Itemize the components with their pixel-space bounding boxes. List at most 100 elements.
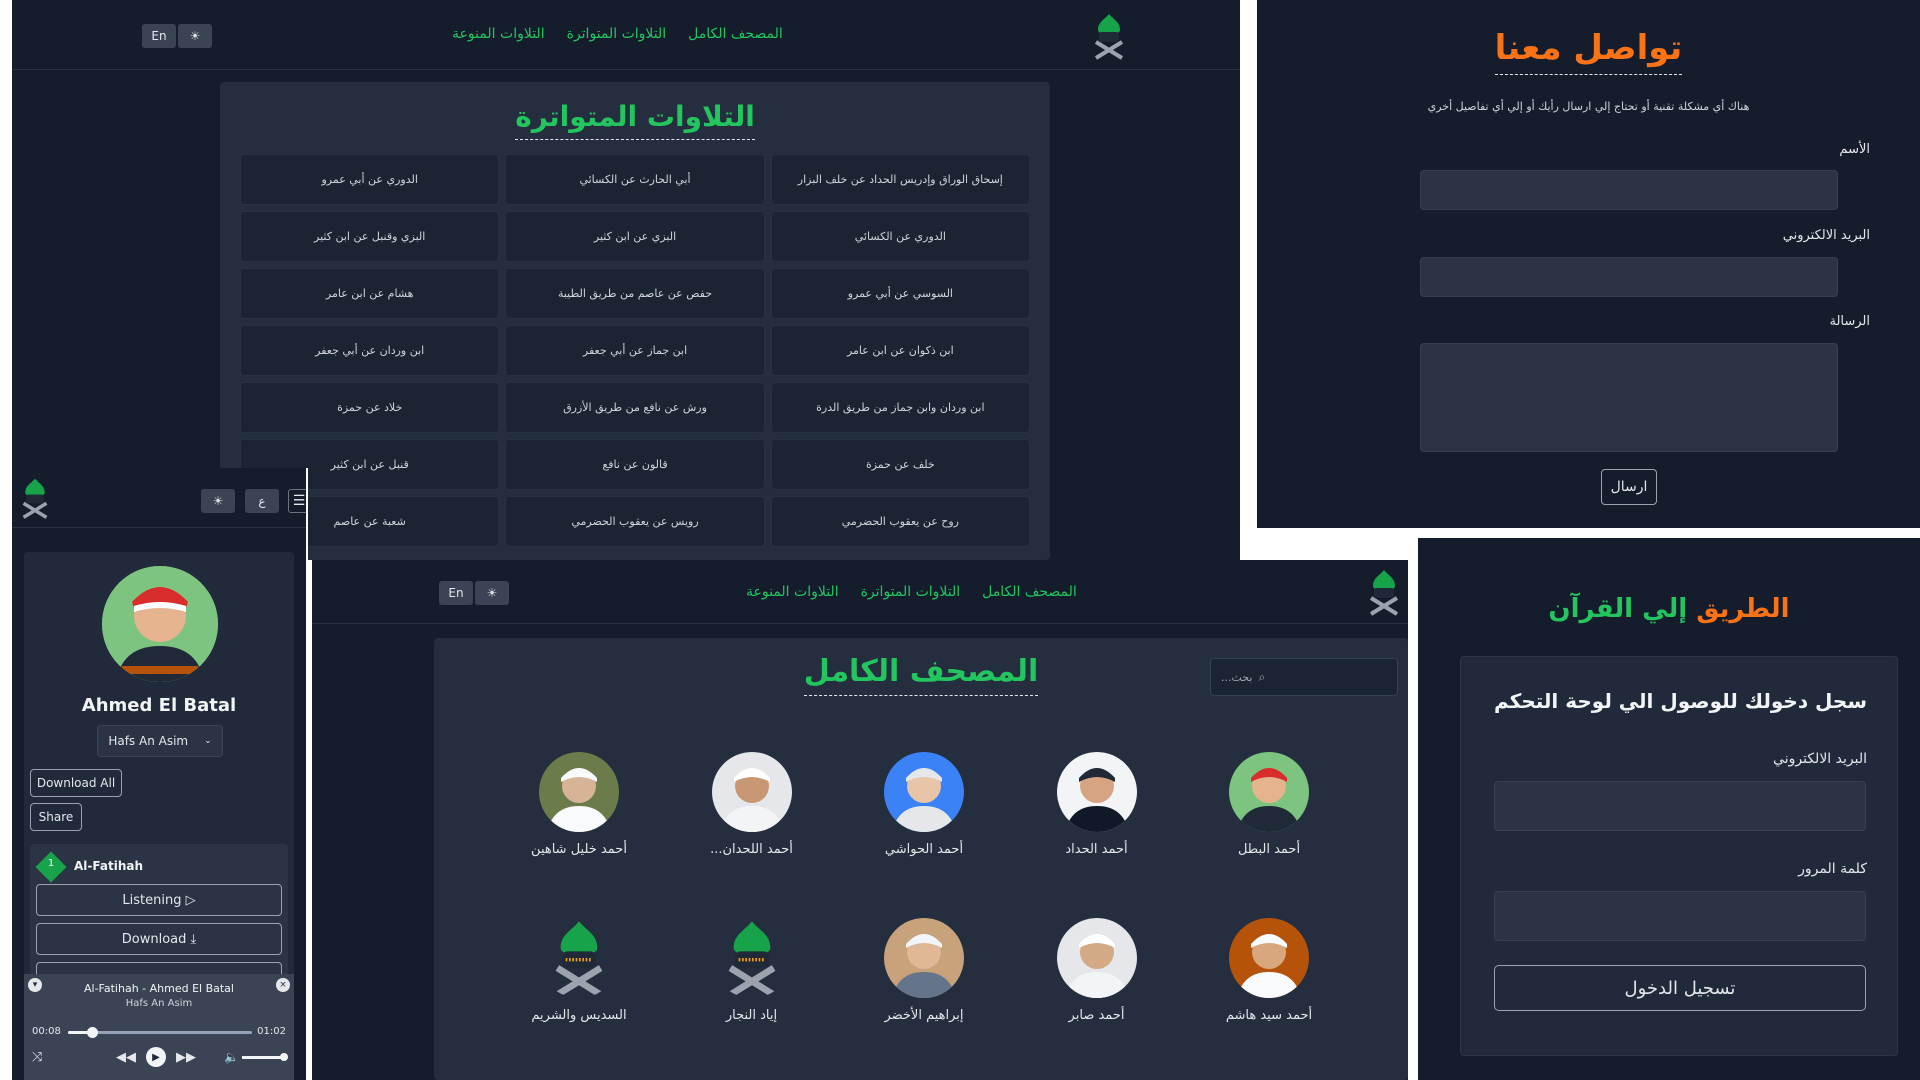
recitation-item[interactable]: ورش عن نافع من طريق الأزرق [505, 382, 765, 433]
recitation-item[interactable]: ابن جماز عن أبي جعفر [505, 325, 765, 376]
reciters-row-1: أحمد البطل أحمد الحداد أحمد الحواشي أحمد ال… [514, 752, 1334, 857]
search-input[interactable]: بحث... [1221, 671, 1252, 684]
riwaya-select[interactable]: Hafs An Asim ⌄ [97, 725, 223, 757]
lang-button[interactable]: En [142, 24, 176, 48]
reciter-avatar[interactable] [539, 752, 619, 832]
reciter-item[interactable]: إبراهيم الأخضر [859, 918, 989, 1023]
contact-title: تواصل معنا [1257, 28, 1920, 75]
reciter-item[interactable]: أحمد صابر [1032, 918, 1162, 1023]
recitation-item[interactable]: البزي عن ابن كثير [505, 211, 765, 262]
recitation-item[interactable]: السوسي عن أبي عمرو [770, 268, 1030, 319]
theme-toggle-button[interactable]: ☀ [178, 24, 212, 48]
share-button[interactable]: Share [30, 803, 82, 831]
download-all-button[interactable]: Download All [30, 769, 122, 797]
recitation-item[interactable]: ابن وردان وابن جماز من طريق الدرة [770, 382, 1030, 433]
recitation-item[interactable]: حفص عن عاصم من طريق الطيبة [505, 268, 765, 319]
nav-link-mushaf[interactable]: المصحف الكامل [688, 26, 783, 42]
theme-toggle-button[interactable]: ☀ [475, 581, 509, 605]
logo-icon [22, 478, 48, 519]
email-input[interactable] [1420, 257, 1838, 297]
mutawatir-title: التلاوات المتواترة [220, 100, 1050, 140]
login-card: سجل دخولك للوصول الي لوحة التحكم البريد … [1460, 656, 1898, 1056]
divider [1257, 528, 1920, 538]
top-header: En ☀ التلاوات المنوعة التلاوات المتواترة… [12, 0, 1240, 70]
reciter-name: إياد النجار [725, 1008, 778, 1023]
reciter-name: أحمد صابر [1068, 1008, 1125, 1023]
recitation-item[interactable]: البزي وقنبل عن ابن كثير [240, 211, 500, 262]
reciter-item[interactable]: أحمد الحواشي [859, 752, 989, 857]
nav-link-various[interactable]: التلاوات المنوعة [746, 584, 839, 600]
progress-track[interactable] [68, 1027, 252, 1038]
site-logo[interactable] [20, 476, 50, 520]
login-email-input[interactable] [1494, 781, 1866, 831]
sun-icon: ☀ [212, 494, 224, 508]
reciter-avatar[interactable] [1056, 752, 1137, 832]
nav-link-mushaf[interactable]: المصحف الكامل [982, 584, 1077, 600]
recitation-item[interactable]: الدوري عن أبي عمرو [240, 154, 500, 205]
reciter-avatar[interactable] [539, 918, 619, 998]
reciter-avatar[interactable] [711, 752, 792, 832]
nav-link-various[interactable]: التلاوات المنوعة [452, 26, 545, 42]
recitation-item[interactable]: خلاد عن حمزة [240, 382, 500, 433]
reciter-item[interactable]: أحمد اللحدان... [687, 752, 817, 857]
login-password-input[interactable] [1494, 891, 1866, 941]
recitation-item[interactable]: قالون عن نافع [505, 439, 765, 490]
volume-thumb[interactable] [280, 1053, 288, 1061]
reciter-item[interactable]: السديس والشريم [514, 918, 644, 1023]
theme-toggle-button[interactable]: ☀ [201, 489, 235, 513]
recitation-item[interactable]: رويس عن يعقوب الحضرمي [505, 496, 765, 547]
lang-button[interactable]: ع [245, 489, 279, 513]
shuffle-button[interactable]: ⤨ [32, 1050, 42, 1065]
reciter-avatar[interactable] [712, 918, 792, 998]
reciter-item[interactable]: أحمد خليل شاهين [514, 752, 644, 857]
recitation-item[interactable]: الدوري عن الكسائي [770, 211, 1030, 262]
recitation-item[interactable]: هشام عن ابن عامر [240, 268, 500, 319]
nav-link-mutawatir[interactable]: التلاوات المتواترة [861, 584, 961, 600]
reciter-avatar[interactable] [1229, 752, 1309, 832]
reciter-avatar[interactable] [884, 918, 964, 998]
site-logo[interactable] [1367, 568, 1401, 616]
reciter-name: أحمد سيد هاشم [1225, 1008, 1313, 1023]
recitation-item[interactable]: ابن وردان عن أبي جعفر [240, 325, 500, 376]
send-button[interactable]: ارسال [1601, 469, 1657, 505]
reciter-item[interactable]: أحمد سيد هاشم [1204, 918, 1334, 1023]
search-box[interactable]: ⌕ بحث... [1210, 658, 1398, 696]
reciter-name: أحمد الحواشي [884, 842, 964, 857]
reciter-item[interactable]: أحمد البطل [1204, 752, 1334, 857]
login-submit-button[interactable]: تسجيل الدخول [1494, 965, 1866, 1011]
search-icon: ⌕ [1258, 669, 1266, 684]
recitation-item[interactable]: روح عن يعقوب الحضرمي [770, 496, 1030, 547]
lang-button[interactable]: En [439, 581, 473, 605]
reciters-row-2: أحمد سيد هاشم أحمد صابر إبراهيم الأخضر إياد… [514, 918, 1334, 1023]
shuffle-icon: ⤨ [32, 1050, 43, 1065]
reciter-name: أحمد الحداد [1065, 842, 1128, 857]
site-logo[interactable] [1092, 12, 1126, 60]
forward-button[interactable]: ▶▶ [176, 1050, 196, 1065]
reciter-item[interactable]: إياد النجار [687, 918, 817, 1023]
mobile-header: ☀ ع ☰ [12, 468, 306, 528]
listening-button[interactable]: Listening ▷ [36, 884, 282, 916]
rewind-button[interactable]: ◀◀ [116, 1050, 136, 1065]
recitation-item[interactable]: أبي الحارث عن الكسائي [505, 154, 765, 205]
menu-button[interactable]: ☰ [288, 489, 306, 513]
download-button[interactable]: Download ⤓ [36, 923, 282, 955]
contact-panel: تواصل معنا هناك أي مشكلة تقنية أو تحتاج … [1257, 0, 1920, 528]
recitation-item[interactable]: إسحاق الوراق وإدريس الحداد عن خلف البزار [770, 154, 1030, 205]
message-textarea[interactable] [1420, 343, 1838, 452]
mushaf-panel: En ☀ التلاوات المنوعة التلاوات المتواترة… [312, 560, 1408, 1080]
reciter-avatar[interactable] [884, 752, 964, 832]
progress-thumb[interactable] [86, 1027, 98, 1038]
reciter-avatar[interactable] [1056, 918, 1137, 998]
play-button[interactable]: ▶ [146, 1047, 166, 1067]
recitation-item[interactable]: خلف عن حمزة [770, 439, 1030, 490]
nav-link-mutawatir[interactable]: التلاوات المتواترة [567, 26, 667, 42]
volume-track[interactable] [242, 1053, 288, 1061]
mushaf-header: En ☀ التلاوات المنوعة التلاوات المتواترة… [312, 560, 1408, 624]
message-label: الرسالة [1829, 314, 1870, 329]
reciter-avatar[interactable] [1229, 918, 1309, 998]
recitation-item[interactable]: ابن ذكوان عن ابن عامر [770, 325, 1030, 376]
name-input[interactable] [1420, 170, 1838, 210]
riwaya-selected: Hafs An Asim [108, 734, 189, 748]
volume-icon[interactable]: 🔈 [224, 1050, 239, 1064]
reciter-item[interactable]: أحمد الحداد [1032, 752, 1162, 857]
